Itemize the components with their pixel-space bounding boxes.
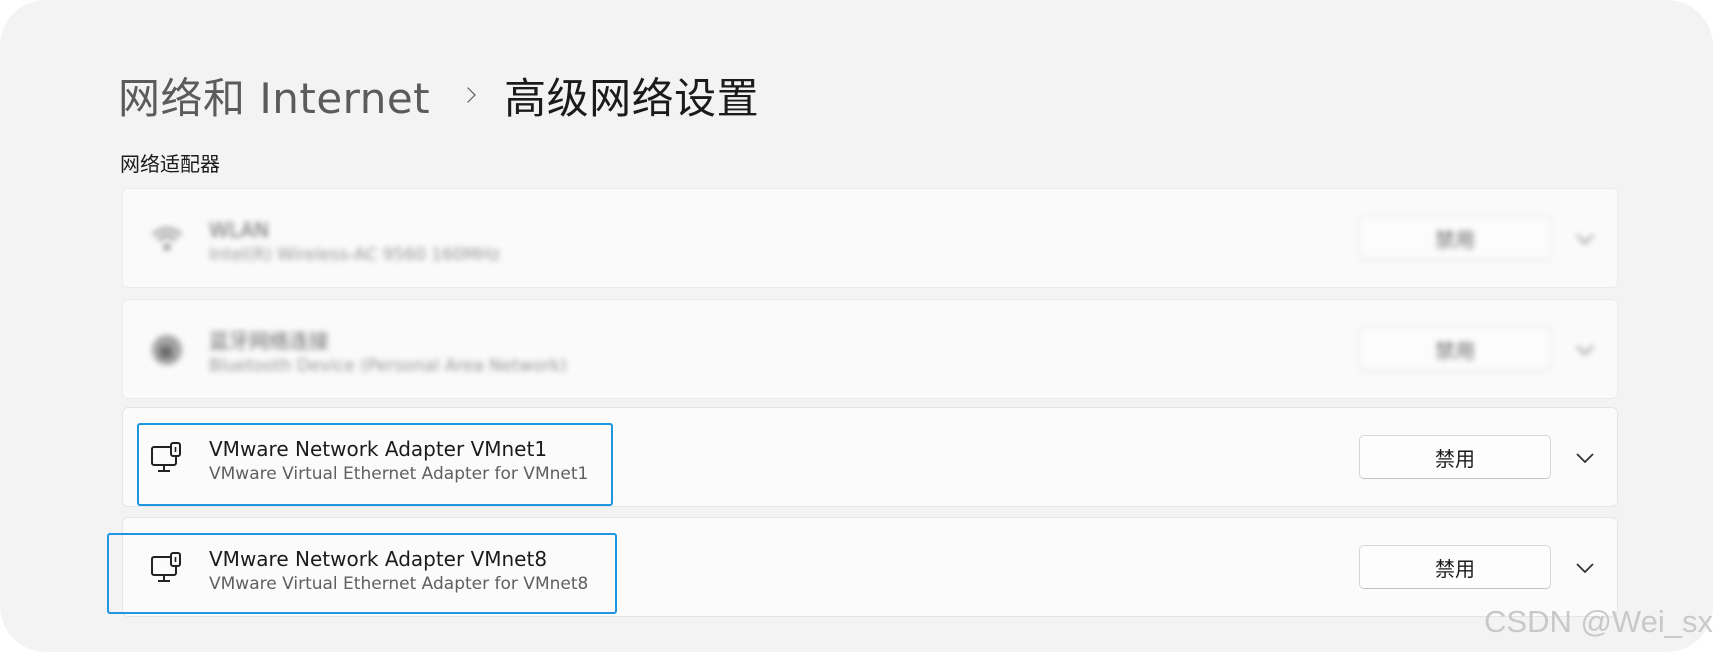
chevron-down-icon[interactable] xyxy=(1573,338,1597,362)
ethernet-pc-icon xyxy=(151,552,181,582)
adapter-card-vmnet8[interactable]: VMware Network Adapter VMnet8 VMware Vir… xyxy=(122,517,1618,617)
chevron-down-icon[interactable] xyxy=(1573,446,1597,470)
disable-button[interactable]: 禁用 xyxy=(1359,216,1551,260)
chevron-down-icon[interactable] xyxy=(1573,556,1597,580)
disable-button[interactable]: 禁用 xyxy=(1359,435,1551,479)
adapter-name: WLAN xyxy=(209,218,270,242)
adapter-name: 蓝牙网络连接 xyxy=(209,329,329,353)
disable-button[interactable]: 禁用 xyxy=(1359,545,1551,589)
adapter-name: VMware Network Adapter VMnet1 xyxy=(209,437,548,461)
ethernet-pc-icon xyxy=(151,442,181,472)
adapter-card-vmnet1[interactable]: VMware Network Adapter VMnet1 VMware Vir… xyxy=(122,407,1618,507)
adapter-description: VMware Virtual Ethernet Adapter for VMne… xyxy=(209,464,589,484)
adapter-name: VMware Network Adapter VMnet8 xyxy=(209,547,548,571)
breadcrumb: 网络和 Internet 高级网络设置 xyxy=(118,60,759,130)
settings-window: 网络和 Internet 高级网络设置 网络适配器 WLAN Intel(R) … xyxy=(0,0,1713,652)
breadcrumb-parent-link[interactable]: 网络和 Internet xyxy=(118,65,430,126)
chevron-right-icon xyxy=(460,87,476,103)
watermark: CSDN @Wei_sx xyxy=(1484,604,1713,639)
section-title: 网络适配器 xyxy=(120,152,220,176)
adapter-description: Bluetooth Device (Personal Area Network) xyxy=(209,356,567,376)
adapter-description: VMware Virtual Ethernet Adapter for VMne… xyxy=(209,574,589,594)
page-title: 高级网络设置 xyxy=(504,73,760,123)
bluetooth-icon xyxy=(152,335,182,365)
wifi-icon xyxy=(152,227,182,251)
adapter-card-bluetooth[interactable]: 蓝牙网络连接 Bluetooth Device (Personal Area N… xyxy=(122,299,1618,399)
adapter-description: Intel(R) Wireless-AC 9560 160MHz xyxy=(209,245,501,265)
adapter-card-wlan[interactable]: WLAN Intel(R) Wireless-AC 9560 160MHz 禁用 xyxy=(122,188,1618,288)
chevron-down-icon[interactable] xyxy=(1573,227,1597,251)
disable-button[interactable]: 禁用 xyxy=(1359,327,1551,371)
